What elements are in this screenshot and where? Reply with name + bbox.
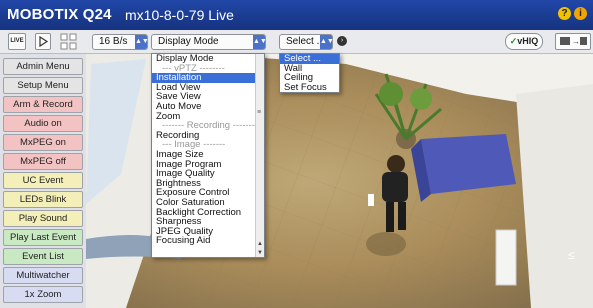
view-menu-item[interactable]: Set Focus: [280, 83, 339, 93]
sidebar-button-multiwatcher[interactable]: Multiwatcher: [3, 267, 83, 284]
live-button[interactable]: LIVE: [8, 33, 26, 50]
vhiq-button[interactable]: ✓vHIQ: [505, 33, 543, 50]
menu-item[interactable]: Zoom: [152, 112, 264, 122]
menu-item[interactable]: Image Size: [152, 150, 264, 160]
menu-item[interactable]: Image Program: [152, 160, 264, 170]
frame-rate-value: 16 B/s: [99, 36, 128, 47]
menu-separator: --- vPTZ --------: [162, 63, 225, 74]
go-icon[interactable]: ›: [337, 36, 347, 46]
chevron-down-icon: ▲▼: [135, 35, 149, 49]
view-select[interactable]: Select ... ▲▼: [279, 34, 334, 50]
dropdown-scrollbar[interactable]: ≡ ▲ ▼: [255, 54, 264, 257]
play-icon[interactable]: [35, 33, 51, 50]
sidebar-button-arm-record[interactable]: Arm & Record: [3, 96, 83, 113]
view-menu-item[interactable]: Ceiling: [280, 73, 339, 83]
menu-item[interactable]: Load View: [152, 83, 264, 93]
menu-item[interactable]: Display Mode: [152, 54, 264, 64]
svg-text:→: →: [572, 37, 580, 46]
sidebar-button-play-sound[interactable]: Play Sound: [3, 210, 83, 227]
menu-item[interactable]: Auto Move: [152, 102, 264, 112]
menu-separator: --- Image -------: [162, 140, 226, 150]
menu-item[interactable]: Exposure Control: [152, 188, 264, 198]
sidebar: Admin Menu Setup Menu Arm & Record Audio on…: [0, 54, 86, 308]
menu-item[interactable]: Save View: [152, 92, 264, 102]
menu-item[interactable]: Focusing Aid: [152, 236, 264, 246]
sidebar-button-audio-on[interactable]: Audio on: [3, 115, 83, 132]
sidebar-button-play-last-event[interactable]: Play Last Event: [3, 229, 83, 246]
display-mode-select[interactable]: Display Mode ▲▼: [151, 34, 267, 50]
chevron-down-icon: ▲▼: [253, 35, 267, 49]
sidebar-button-1x-zoom[interactable]: 1x Zoom: [3, 286, 83, 303]
sidebar-button-mxpeg-on[interactable]: MxPEG on: [3, 134, 83, 151]
title-bar: MOBOTIX Q24 mx10-8-0-79 Live ? i: [0, 0, 593, 30]
toolbar: LIVE 16 B/s ▲▼ Display Mode ▲▼ Select ..…: [0, 30, 593, 54]
camera-name: mx10-8-0-79 Live: [125, 7, 234, 23]
snapshot-icon[interactable]: →: [555, 33, 591, 50]
help-icon[interactable]: ?: [558, 7, 571, 20]
sidebar-button-event-list[interactable]: Event List: [3, 248, 83, 265]
menu-item[interactable]: Sharpness: [152, 217, 264, 227]
sidebar-button-mxpeg-off[interactable]: MxPEG off: [3, 153, 83, 170]
menu-item[interactable]: Recording: [152, 131, 264, 141]
info-icon[interactable]: i: [574, 7, 587, 20]
menu-item[interactable]: Color Saturation: [152, 198, 264, 208]
display-mode-menu: Display Mode --- vPTZ -------- Installatio…: [151, 53, 265, 258]
chevron-down-icon: ▲▼: [320, 35, 334, 49]
menu-item[interactable]: Installation: [152, 73, 264, 83]
menu-item[interactable]: Image Quality: [152, 169, 264, 179]
grid-icon[interactable]: [60, 33, 77, 50]
sidebar-button-admin-menu[interactable]: Admin Menu: [3, 58, 83, 75]
brand-title: MOBOTIX Q24: [7, 6, 112, 23]
svg-text:≤: ≤: [568, 248, 575, 262]
view-menu: Select ... Wall Ceiling Set Focus: [279, 53, 340, 93]
sidebar-button-setup-menu[interactable]: Setup Menu: [3, 77, 83, 94]
title-icons: ? i: [558, 7, 587, 20]
display-mode-value: Display Mode: [158, 36, 219, 47]
sidebar-button-uc-event[interactable]: UC Event: [3, 172, 83, 189]
view-menu-item[interactable]: Wall: [280, 64, 339, 74]
frame-rate-select[interactable]: 16 B/s ▲▼: [92, 34, 149, 50]
sidebar-button-leds-blink[interactable]: LEDs Blink: [3, 191, 83, 208]
menu-item[interactable]: Brightness: [152, 179, 264, 189]
view-menu-item[interactable]: Select ...: [280, 54, 339, 64]
menu-separator: ------- Recording -------: [162, 121, 255, 131]
menu-item[interactable]: JPEG Quality: [152, 227, 264, 237]
menu-item[interactable]: Backlight Correction: [152, 208, 264, 218]
vhiq-label: vHIQ: [517, 36, 539, 46]
